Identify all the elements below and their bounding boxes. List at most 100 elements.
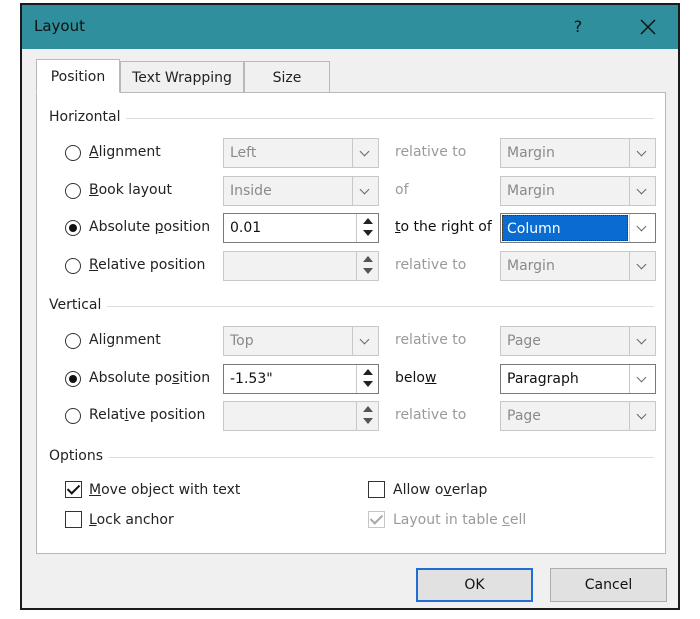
allow-overlap-label[interactable]: Allow overlap bbox=[393, 482, 487, 498]
chevron-down-icon[interactable] bbox=[629, 251, 655, 280]
label-text: nment bbox=[115, 332, 161, 348]
label-text: Ali bbox=[89, 332, 107, 348]
move-with-text-checkbox[interactable] bbox=[65, 481, 82, 498]
chevron-down-icon[interactable] bbox=[629, 176, 655, 205]
ok-button[interactable]: OK bbox=[416, 568, 533, 602]
relative-text: relative to bbox=[395, 144, 467, 160]
spin-up-icon[interactable] bbox=[363, 255, 373, 262]
selected-value: Column bbox=[502, 215, 628, 241]
relative-text: belo bbox=[395, 369, 425, 386]
chevron-down-icon[interactable] bbox=[352, 327, 378, 355]
chevron-down-icon[interactable] bbox=[352, 176, 378, 205]
position-radio[interactable] bbox=[65, 182, 81, 199]
dropdown-value: Margin bbox=[507, 257, 555, 274]
chevron-down-icon[interactable] bbox=[629, 139, 655, 167]
position-radio[interactable] bbox=[65, 333, 81, 349]
position-radio[interactable] bbox=[65, 257, 81, 274]
lock-anchor-checkbox[interactable] bbox=[65, 511, 82, 528]
alignment-dropdown[interactable]: Left bbox=[223, 138, 379, 168]
field-value: Left bbox=[230, 145, 257, 161]
label-text: osition bbox=[163, 219, 211, 235]
help-button[interactable]: ? bbox=[564, 13, 592, 41]
relative-text: relative to bbox=[395, 256, 467, 273]
position-spinbox[interactable]: 0.01 bbox=[223, 213, 379, 243]
move-with-text-text: ove object with text bbox=[101, 482, 241, 498]
chevron-down-icon[interactable] bbox=[629, 364, 655, 393]
label-text: ook layout bbox=[98, 181, 172, 198]
option-label[interactable]: Alignment bbox=[89, 144, 161, 160]
label-text: ve position bbox=[128, 407, 206, 423]
layout-in-cell-mnemonic: c bbox=[502, 512, 510, 528]
label-text: elative position bbox=[98, 256, 206, 273]
label-text: Absolute po bbox=[89, 369, 173, 386]
relative-label: relative to bbox=[395, 144, 466, 160]
relative-to-dropdown[interactable]: Margin bbox=[500, 175, 656, 206]
option-label[interactable]: Absolute position bbox=[89, 370, 210, 386]
field-value: 0.01 bbox=[230, 220, 262, 236]
position-radio[interactable] bbox=[65, 370, 81, 387]
allow-overlap-checkbox[interactable] bbox=[368, 481, 385, 498]
option-label[interactable]: Relative position bbox=[89, 407, 205, 423]
label-mnemonic: p bbox=[154, 219, 164, 235]
relative-to-dropdown[interactable]: Margin bbox=[500, 250, 656, 281]
allow-overlap-text: erlap bbox=[451, 482, 488, 498]
label-mnemonic: g bbox=[106, 332, 116, 348]
move-with-text-label[interactable]: Move object with text bbox=[89, 482, 240, 498]
label-text: Absolute bbox=[89, 219, 155, 235]
option-label[interactable]: Alignment bbox=[89, 332, 161, 348]
label-text: ition bbox=[179, 369, 211, 386]
field-value: Top bbox=[230, 333, 254, 349]
alignment-dropdown[interactable]: Inside bbox=[223, 175, 379, 206]
lock-anchor-label[interactable]: Lock anchor bbox=[89, 512, 174, 528]
spin-up-icon[interactable] bbox=[363, 368, 373, 375]
position-spinbox[interactable]: -1.53" bbox=[223, 363, 379, 394]
title-bar[interactable]: Layout ? bbox=[22, 5, 678, 49]
label-text: lignment bbox=[98, 144, 161, 160]
spin-down-icon[interactable] bbox=[363, 380, 373, 387]
chevron-down-icon[interactable] bbox=[629, 214, 655, 242]
option-label[interactable]: Absolute position bbox=[89, 219, 210, 235]
option-label[interactable]: Book layout bbox=[89, 182, 172, 198]
relative-text: o the right of bbox=[400, 219, 492, 235]
relative-to-dropdown[interactable]: Column bbox=[500, 213, 656, 243]
relative-text: relative to bbox=[395, 332, 467, 348]
spin-down-icon[interactable] bbox=[363, 267, 373, 274]
cancel-button[interactable]: Cancel bbox=[550, 568, 667, 602]
spin-buttons[interactable] bbox=[356, 402, 378, 430]
position-spinbox[interactable] bbox=[223, 250, 379, 281]
relative-label: below bbox=[395, 370, 436, 386]
spin-buttons[interactable] bbox=[356, 214, 378, 242]
tab-size[interactable]: Size bbox=[244, 61, 330, 93]
position-radio[interactable] bbox=[65, 220, 81, 236]
label-mnemonic: A bbox=[89, 144, 99, 160]
layout-in-cell-text-pre: Layout in table bbox=[393, 512, 503, 528]
relative-to-dropdown[interactable]: Page bbox=[500, 326, 656, 356]
chevron-down-icon[interactable] bbox=[352, 139, 378, 167]
layout-in-table-cell-checkbox bbox=[368, 511, 385, 528]
label-mnemonic: B bbox=[89, 181, 99, 198]
tab-position[interactable]: Position bbox=[36, 59, 120, 93]
spin-up-icon[interactable] bbox=[363, 406, 373, 412]
spin-buttons[interactable] bbox=[356, 251, 378, 280]
position-spinbox[interactable] bbox=[223, 401, 379, 431]
close-button[interactable] bbox=[634, 13, 662, 41]
relative-to-dropdown[interactable]: Page bbox=[500, 401, 656, 431]
relative-to-dropdown[interactable]: Margin bbox=[500, 138, 656, 168]
alignment-dropdown[interactable]: Top bbox=[223, 326, 379, 356]
option-label[interactable]: Relative position bbox=[89, 257, 205, 273]
chevron-down-icon[interactable] bbox=[629, 402, 655, 430]
options-heading: Options bbox=[49, 448, 110, 464]
horizontal-divider bbox=[49, 118, 654, 119]
spin-down-icon[interactable] bbox=[363, 418, 373, 424]
position-radio[interactable] bbox=[65, 408, 81, 424]
chevron-down-icon[interactable] bbox=[629, 327, 655, 355]
allow-overlap-text-pre: Allow o bbox=[393, 482, 444, 498]
spin-buttons[interactable] bbox=[356, 364, 378, 393]
relative-to-dropdown[interactable]: Paragraph bbox=[500, 363, 656, 394]
spin-down-icon[interactable] bbox=[363, 230, 373, 236]
relative-label: of bbox=[395, 182, 409, 198]
position-radio[interactable] bbox=[65, 145, 81, 161]
position-panel: Horizontal Alignment Left relative to Margi… bbox=[36, 92, 666, 554]
spin-up-icon[interactable] bbox=[363, 218, 373, 224]
tab-text-wrapping[interactable]: Text Wrapping bbox=[120, 61, 244, 93]
